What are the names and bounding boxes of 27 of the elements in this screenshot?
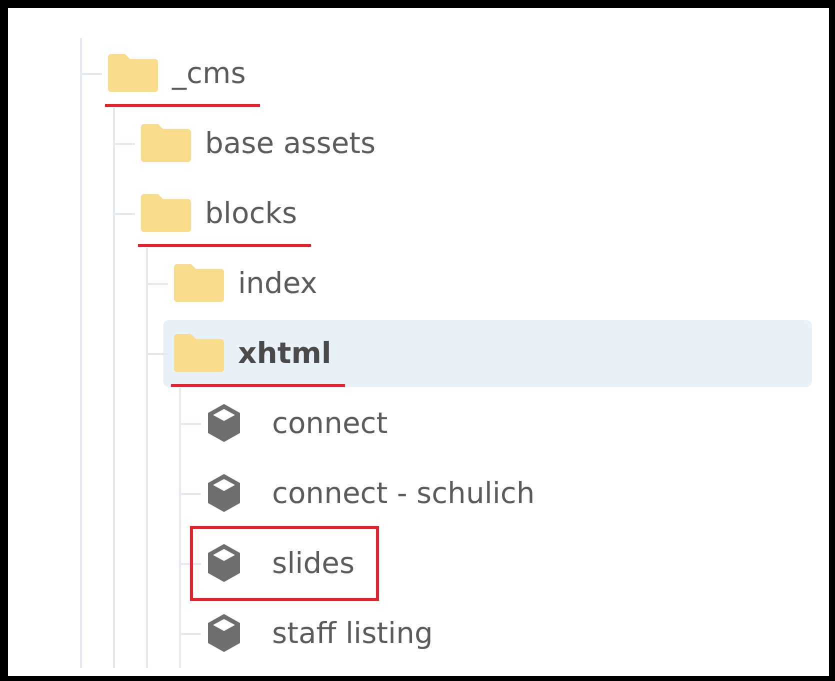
tree-row[interactable]: blocks: [130, 180, 812, 246]
tree-row[interactable]: _cms: [97, 40, 812, 106]
cube-icon: [207, 613, 241, 653]
tree-row[interactable]: base assets: [130, 110, 812, 176]
tree-row[interactable]: connect: [196, 390, 812, 456]
folder-icon: [174, 264, 224, 302]
item-label: _cms: [172, 58, 246, 88]
tree-row[interactable]: xhtml: [163, 320, 812, 386]
folder-icon: [108, 54, 158, 92]
tree-row[interactable]: staff listing: [196, 600, 812, 666]
item-label: xhtml: [238, 338, 332, 368]
item-label: blocks: [205, 198, 298, 228]
item-label: index: [238, 268, 318, 298]
tree-row[interactable]: slides: [190, 526, 812, 600]
tree-row[interactable]: index: [163, 250, 812, 316]
folder-icon: [141, 124, 191, 162]
item-label: staff listing: [272, 618, 433, 648]
item-label: slides: [272, 548, 355, 578]
folder-icon: [141, 194, 191, 232]
item-label: connect - schulich: [272, 478, 535, 508]
item-label: connect: [272, 408, 388, 438]
cube-icon: [207, 403, 241, 443]
folder-icon: [174, 334, 224, 372]
item-label: base assets: [205, 128, 376, 158]
cube-icon: [207, 473, 241, 513]
cube-icon: [207, 543, 241, 583]
tree-row[interactable]: connect - schulich: [196, 460, 812, 526]
